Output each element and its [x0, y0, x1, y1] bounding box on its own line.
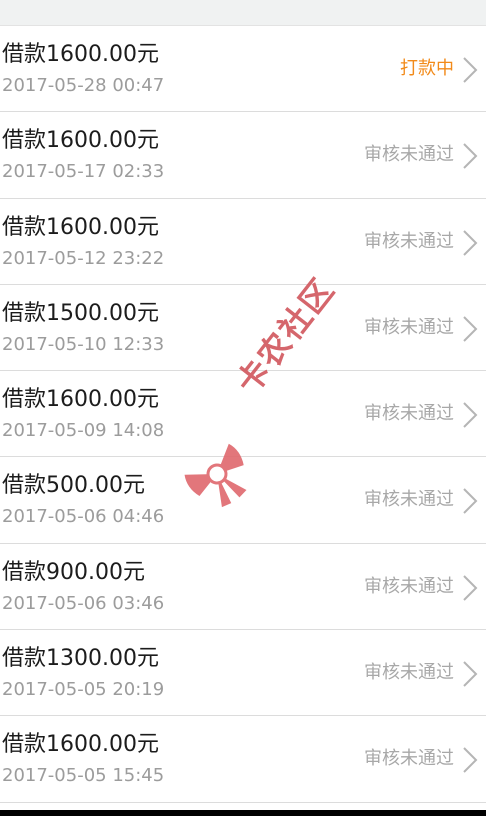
loan-record-list: 借款1600.00元 2017-05-28 00:47 打款中 借款1600.0…: [0, 26, 486, 803]
bottom-system-bar: [0, 810, 486, 816]
loan-status-rejected: 审核未通过: [364, 144, 454, 166]
loan-record-row[interactable]: 借款1500.00元 2017-05-10 12:33 审核未通过: [0, 285, 486, 372]
chevron-right-icon: [463, 57, 478, 83]
loan-date: 2017-05-05 15:45: [2, 765, 165, 787]
chevron-right-icon: [463, 575, 478, 601]
loan-record-row[interactable]: 借款1600.00元 2017-05-17 02:33 审核未通过: [0, 112, 486, 199]
loan-amount-title: 借款1600.00元: [2, 732, 159, 758]
loan-amount-title: 借款1300.00元: [2, 646, 159, 672]
chevron-right-icon: [463, 316, 478, 342]
loan-status-rejected: 审核未通过: [364, 662, 454, 684]
loan-record-row[interactable]: 借款500.00元 2017-05-06 04:46 审核未通过: [0, 457, 486, 544]
chevron-right-icon: [463, 488, 478, 515]
loan-status-rejected: 审核未通过: [364, 403, 454, 425]
loan-status-rejected: 审核未通过: [364, 230, 454, 252]
chevron-right-icon: [463, 747, 478, 774]
loan-date: 2017-05-05 20:19: [2, 679, 165, 701]
loan-amount-title: 借款1600.00元: [2, 128, 159, 154]
chevron-right-icon: [463, 402, 478, 428]
loan-record-row[interactable]: 借款1600.00元 2017-05-09 14:08 审核未通过: [0, 371, 486, 458]
loan-date: 2017-05-09 14:08: [2, 420, 165, 442]
chevron-right-icon: [463, 143, 478, 170]
loan-status-paying: 打款中: [400, 58, 454, 79]
loan-date: 2017-05-28 00:47: [2, 75, 165, 96]
loan-amount-title: 借款900.00元: [2, 559, 145, 585]
loan-date: 2017-05-12 23:22: [2, 247, 165, 269]
loan-record-row[interactable]: 借款1300.00元 2017-05-05 20:19 审核未通过: [0, 630, 486, 717]
loan-record-row[interactable]: 借款1600.00元 2017-05-28 00:47 打款中: [0, 26, 486, 113]
loan-amount-title: 借款1600.00元: [2, 387, 159, 413]
loan-status-rejected: 审核未通过: [364, 489, 454, 511]
loan-date: 2017-05-10 12:33: [2, 333, 165, 355]
loan-amount-title: 借款500.00元: [2, 473, 145, 499]
loan-amount-title: 借款1600.00元: [2, 214, 159, 240]
loan-status-rejected: 审核未通过: [364, 575, 454, 597]
loan-status-rejected: 审核未通过: [364, 748, 454, 770]
top-header-band: [0, 0, 486, 26]
loan-record-row[interactable]: 借款900.00元 2017-05-06 03:46 审核未通过: [0, 544, 486, 631]
loan-status-rejected: 审核未通过: [364, 316, 454, 338]
loan-date: 2017-05-17 02:33: [2, 161, 165, 183]
loan-amount-title: 借款1500.00元: [2, 300, 159, 326]
chevron-right-icon: [463, 661, 478, 687]
loan-record-row[interactable]: 借款1600.00元 2017-05-12 23:22 审核未通过: [0, 199, 486, 285]
loan-amount-title: 借款1600.00元: [2, 42, 159, 67]
loan-date: 2017-05-06 04:46: [2, 506, 165, 528]
loan-record-row[interactable]: 借款1600.00元 2017-05-05 15:45 审核未通过: [0, 716, 486, 803]
loan-date: 2017-05-06 03:46: [2, 592, 165, 614]
chevron-right-icon: [463, 229, 478, 256]
